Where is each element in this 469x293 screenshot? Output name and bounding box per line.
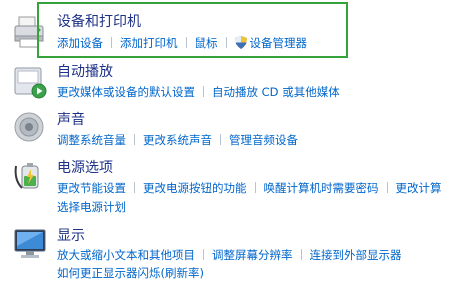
link-separator (134, 134, 135, 145)
display-links-row-2: 如何更正显示器闪烁(刷新率) (57, 265, 204, 281)
sound-title[interactable]: 声音 (57, 111, 85, 129)
display-title[interactable]: 显示 (57, 227, 85, 245)
change-system-sounds-link[interactable]: 更改系统声音 (143, 133, 212, 147)
display-links-row-1: 放大或缩小文本和其他项目 调整屏幕分辨率 连接到外部显示器 (57, 247, 402, 263)
battery-plug-icon[interactable] (12, 158, 48, 194)
sound-links: 调整系统音量 更改系统声音 管理音频设备 (57, 132, 298, 148)
speaker-icon[interactable] (12, 110, 48, 146)
link-separator (134, 182, 135, 193)
autoplay-title[interactable]: 自动播放 (57, 63, 113, 81)
monitor-icon[interactable] (12, 226, 48, 262)
link-separator (386, 182, 388, 193)
change-computer-link[interactable]: 更改计算 (396, 181, 442, 195)
control-panel-hardware-and-sound: 设备和打印机 添加设备 添加打印机 鼠标 设备管理器 自动播放 更改媒体或设备的默认设… (0, 0, 469, 293)
autoplay-icon[interactable] (12, 64, 48, 100)
power-options-title[interactable]: 电源选项 (57, 159, 113, 177)
refresh-rate-link[interactable]: 如何更正显示器闪烁(刷新率) (57, 266, 204, 280)
text-size-link[interactable]: 放大或缩小文本和其他项目 (57, 248, 195, 262)
link-separator (300, 249, 302, 260)
change-power-saving-link[interactable]: 更改节能设置 (57, 181, 126, 195)
require-password-on-wake-link[interactable]: 唤醒计算机时需要密码 (264, 181, 379, 195)
link-separator (203, 86, 204, 97)
external-display-link[interactable]: 连接到外部显示器 (310, 248, 402, 262)
power-links-row-2: 选择电源计划 (57, 199, 126, 215)
change-media-defaults-link[interactable]: 更改媒体或设备的默认设置 (57, 85, 195, 99)
choose-power-plan-link[interactable]: 选择电源计划 (57, 200, 126, 214)
screen-resolution-link[interactable]: 调整屏幕分辨率 (212, 248, 293, 262)
change-power-buttons-link[interactable]: 更改电源按钮的功能 (143, 181, 247, 195)
autoplay-links: 更改媒体或设备的默认设置 自动播放 CD 或其他媒体 (57, 84, 340, 100)
power-links-row-1: 更改节能设置 更改电源按钮的功能 唤醒计算机时需要密码 更改计算 (57, 180, 442, 196)
link-separator (220, 134, 221, 145)
manage-audio-devices-link[interactable]: 管理音频设备 (229, 133, 298, 147)
adjust-volume-link[interactable]: 调整系统音量 (57, 133, 126, 147)
link-separator (203, 249, 204, 260)
highlight-box (37, 2, 348, 58)
link-separator (254, 182, 256, 193)
autoplay-cd-link[interactable]: 自动播放 CD 或其他媒体 (212, 85, 340, 99)
